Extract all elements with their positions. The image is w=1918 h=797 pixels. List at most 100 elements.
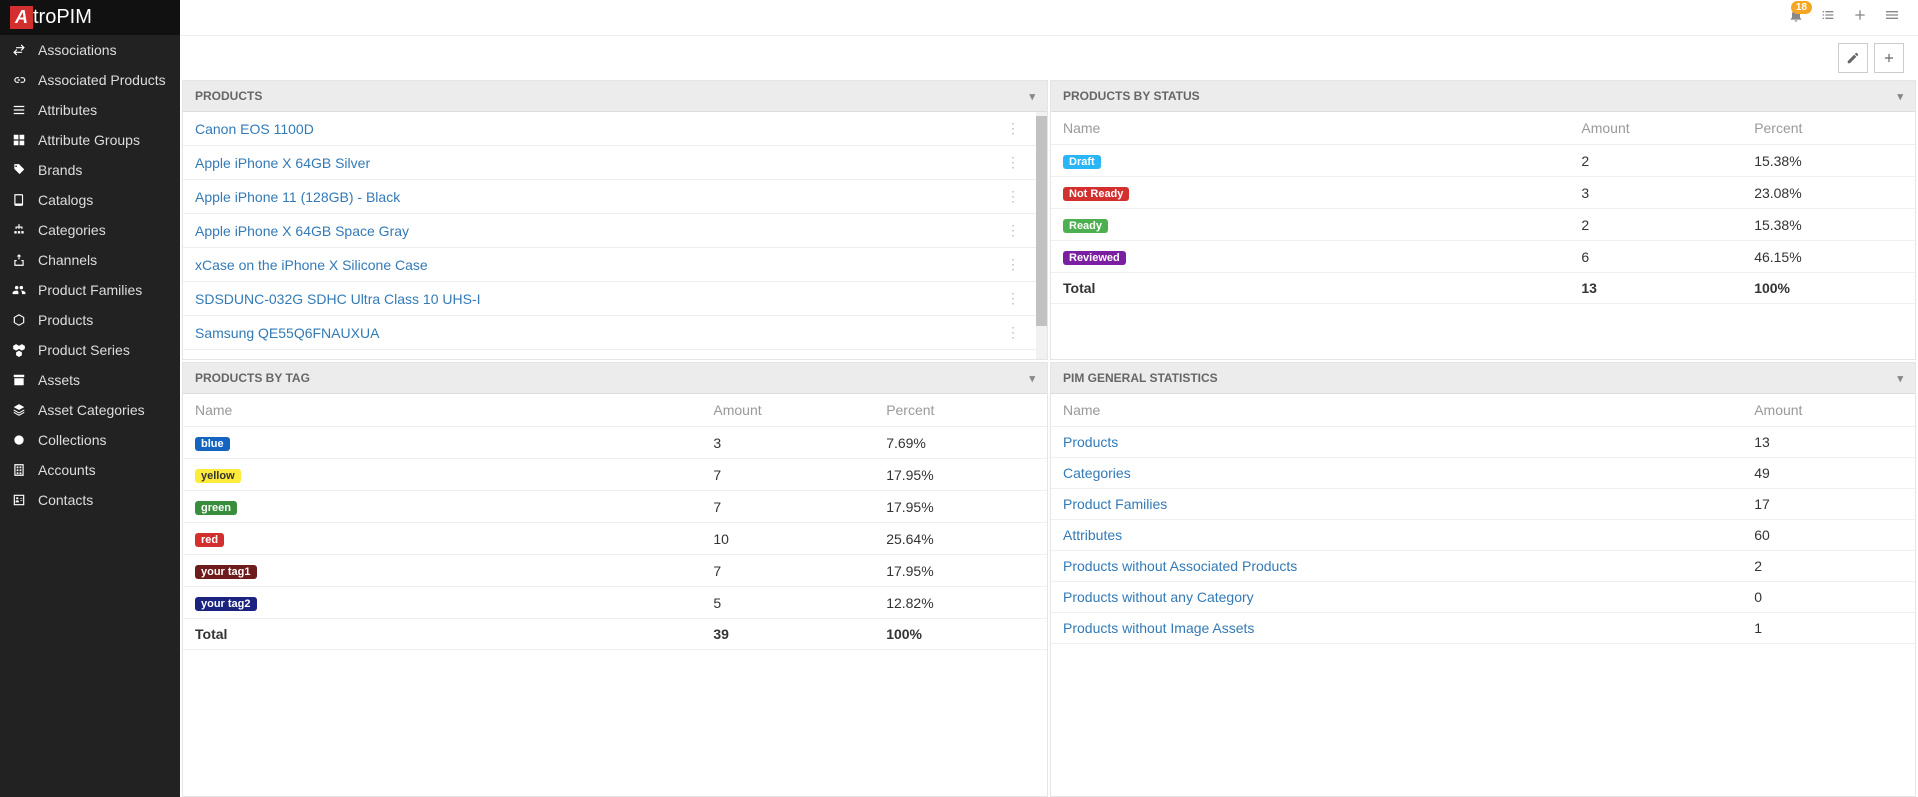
total-row: Total 13 100% — [1051, 273, 1915, 304]
panel-menu-icon[interactable]: ▾ — [1897, 372, 1903, 385]
sidebar-item-categories[interactable]: Categories — [0, 215, 180, 245]
status-table: Name Amount Percent Draft 2 15.38%Not Re… — [1051, 112, 1915, 304]
table-row: Draft 2 15.38% — [1051, 145, 1915, 177]
percent-cell: 15.38% — [1742, 209, 1915, 241]
table-row: Attributes 60 — [1051, 520, 1915, 551]
plus-icon[interactable] — [1844, 3, 1876, 32]
scrollbar[interactable] — [1036, 112, 1047, 359]
list-icon[interactable] — [1812, 3, 1844, 32]
panel-menu-icon[interactable]: ▾ — [1897, 90, 1903, 103]
notifications-icon[interactable]: 18 — [1780, 3, 1812, 32]
panel-menu-icon[interactable]: ▾ — [1029, 372, 1035, 385]
total-percent: 100% — [1742, 273, 1915, 304]
product-link[interactable]: Canon EOS 1100D — [195, 121, 314, 137]
total-amount: 39 — [701, 619, 874, 650]
col-name: Name — [183, 394, 701, 427]
kebab-icon[interactable]: ⋮ — [1002, 120, 1024, 137]
sidebar-item-asset-categories[interactable]: Asset Categories — [0, 395, 180, 425]
table-row: Products 13 — [1051, 427, 1915, 458]
product-link[interactable]: Philips 46PFL8007T Gray — [195, 359, 355, 360]
sidebar-item-products[interactable]: Products — [0, 305, 180, 335]
tag-badge: your tag2 — [195, 597, 257, 611]
topbar: 18 — [180, 0, 1918, 36]
stats-table: Name Amount Products 13Categories 49Prod… — [1051, 394, 1915, 644]
kebab-icon[interactable]: ⋮ — [1002, 324, 1024, 341]
product-row: Canon EOS 1100D ⋮ — [183, 112, 1036, 146]
product-row: xCase on the iPhone X Silicone Case ⋮ — [183, 248, 1036, 282]
sidebar-item-assets[interactable]: Assets — [0, 365, 180, 395]
cube-icon — [10, 313, 28, 327]
table-row: green 7 17.95% — [183, 491, 1047, 523]
sidebar-item-accounts[interactable]: Accounts — [0, 455, 180, 485]
scrollbar-thumb[interactable] — [1036, 116, 1047, 326]
sidebar-item-attributes[interactable]: Attributes — [0, 95, 180, 125]
amount-cell: 2 — [1569, 145, 1742, 177]
add-button[interactable] — [1874, 43, 1904, 73]
percent-cell: 23.08% — [1742, 177, 1915, 209]
sidebar-item-catalogs[interactable]: Catalogs — [0, 185, 180, 215]
sidebar-item-associated-products[interactable]: Associated Products — [0, 65, 180, 95]
logo-text: troPIM — [33, 6, 92, 29]
list-icon — [10, 103, 28, 117]
amount-cell: 2 — [1569, 209, 1742, 241]
stat-link[interactable]: Product Families — [1063, 496, 1167, 512]
panel-menu-icon[interactable]: ▾ — [1029, 90, 1035, 103]
sidebar-item-contacts[interactable]: Contacts — [0, 485, 180, 515]
panel-title: PRODUCTS BY STATUS — [1063, 89, 1200, 103]
logo[interactable]: AtroPIM — [0, 0, 180, 35]
table-row: Products without Image Assets 1 — [1051, 613, 1915, 644]
sidebar-item-attribute-groups[interactable]: Attribute Groups — [0, 125, 180, 155]
table-row: Products without Associated Products 2 — [1051, 551, 1915, 582]
menu-icon[interactable] — [1876, 3, 1908, 32]
sidebar-item-product-series[interactable]: Product Series — [0, 335, 180, 365]
stat-link[interactable]: Products without Associated Products — [1063, 558, 1297, 574]
amount-cell: 17 — [1742, 489, 1915, 520]
sidebar-item-label: Associations — [38, 42, 117, 58]
total-label: Total — [1051, 273, 1569, 304]
kebab-icon[interactable]: ⋮ — [1002, 358, 1024, 359]
tag-badge: your tag1 — [195, 565, 257, 579]
kebab-icon[interactable]: ⋮ — [1002, 154, 1024, 171]
table-row: yellow 7 17.95% — [183, 459, 1047, 491]
stat-link[interactable]: Products without any Category — [1063, 589, 1254, 605]
edit-button[interactable] — [1838, 43, 1868, 73]
col-name: Name — [1051, 394, 1742, 427]
sidebar-item-collections[interactable]: Collections — [0, 425, 180, 455]
stat-link[interactable]: Products without Image Assets — [1063, 620, 1254, 636]
table-row: your tag1 7 17.95% — [183, 555, 1047, 587]
product-row: Samsung QE55Q6FNAUXUA ⋮ — [183, 316, 1036, 350]
product-link[interactable]: Apple iPhone 11 (128GB) - Black — [195, 189, 400, 205]
stat-link[interactable]: Categories — [1063, 465, 1131, 481]
products-list: Canon EOS 1100D ⋮ Apple iPhone X 64GB Silv… — [183, 112, 1036, 359]
col-amount: Amount — [701, 394, 874, 427]
kebab-icon[interactable]: ⋮ — [1002, 256, 1024, 273]
sidebar-item-label: Accounts — [38, 462, 96, 478]
sidebar-item-label: Catalogs — [38, 192, 93, 208]
actionbar — [180, 36, 1918, 80]
sidebar-item-label: Associated Products — [38, 72, 166, 88]
product-link[interactable]: SDSDUNC-032G SDHC Ultra Class 10 UHS-I — [195, 291, 481, 307]
sitemap-icon — [10, 223, 28, 237]
kebab-icon[interactable]: ⋮ — [1002, 188, 1024, 205]
product-link[interactable]: Samsung QE55Q6FNAUXUA — [195, 325, 379, 341]
percent-cell: 46.15% — [1742, 241, 1915, 273]
sidebar-item-associations[interactable]: Associations — [0, 35, 180, 65]
product-link[interactable]: Apple iPhone X 64GB Silver — [195, 155, 370, 171]
kebab-icon[interactable]: ⋮ — [1002, 222, 1024, 239]
product-link[interactable]: xCase on the iPhone X Silicone Case — [195, 257, 428, 273]
sidebar-item-label: Attributes — [38, 102, 97, 118]
percent-cell: 15.38% — [1742, 145, 1915, 177]
amount-cell: 3 — [1569, 177, 1742, 209]
sidebar-item-label: Categories — [38, 222, 106, 238]
sidebar-item-brands[interactable]: Brands — [0, 155, 180, 185]
panel-title: PRODUCTS BY TAG — [195, 371, 310, 385]
product-row: Apple iPhone X 64GB Space Gray ⋮ — [183, 214, 1036, 248]
product-link[interactable]: Apple iPhone X 64GB Space Gray — [195, 223, 409, 239]
table-row: Categories 49 — [1051, 458, 1915, 489]
stat-link[interactable]: Products — [1063, 434, 1118, 450]
kebab-icon[interactable]: ⋮ — [1002, 290, 1024, 307]
sidebar-item-channels[interactable]: Channels — [0, 245, 180, 275]
stat-link[interactable]: Attributes — [1063, 527, 1122, 543]
panel-title: PIM GENERAL STATISTICS — [1063, 371, 1218, 385]
sidebar-item-product-families[interactable]: Product Families — [0, 275, 180, 305]
